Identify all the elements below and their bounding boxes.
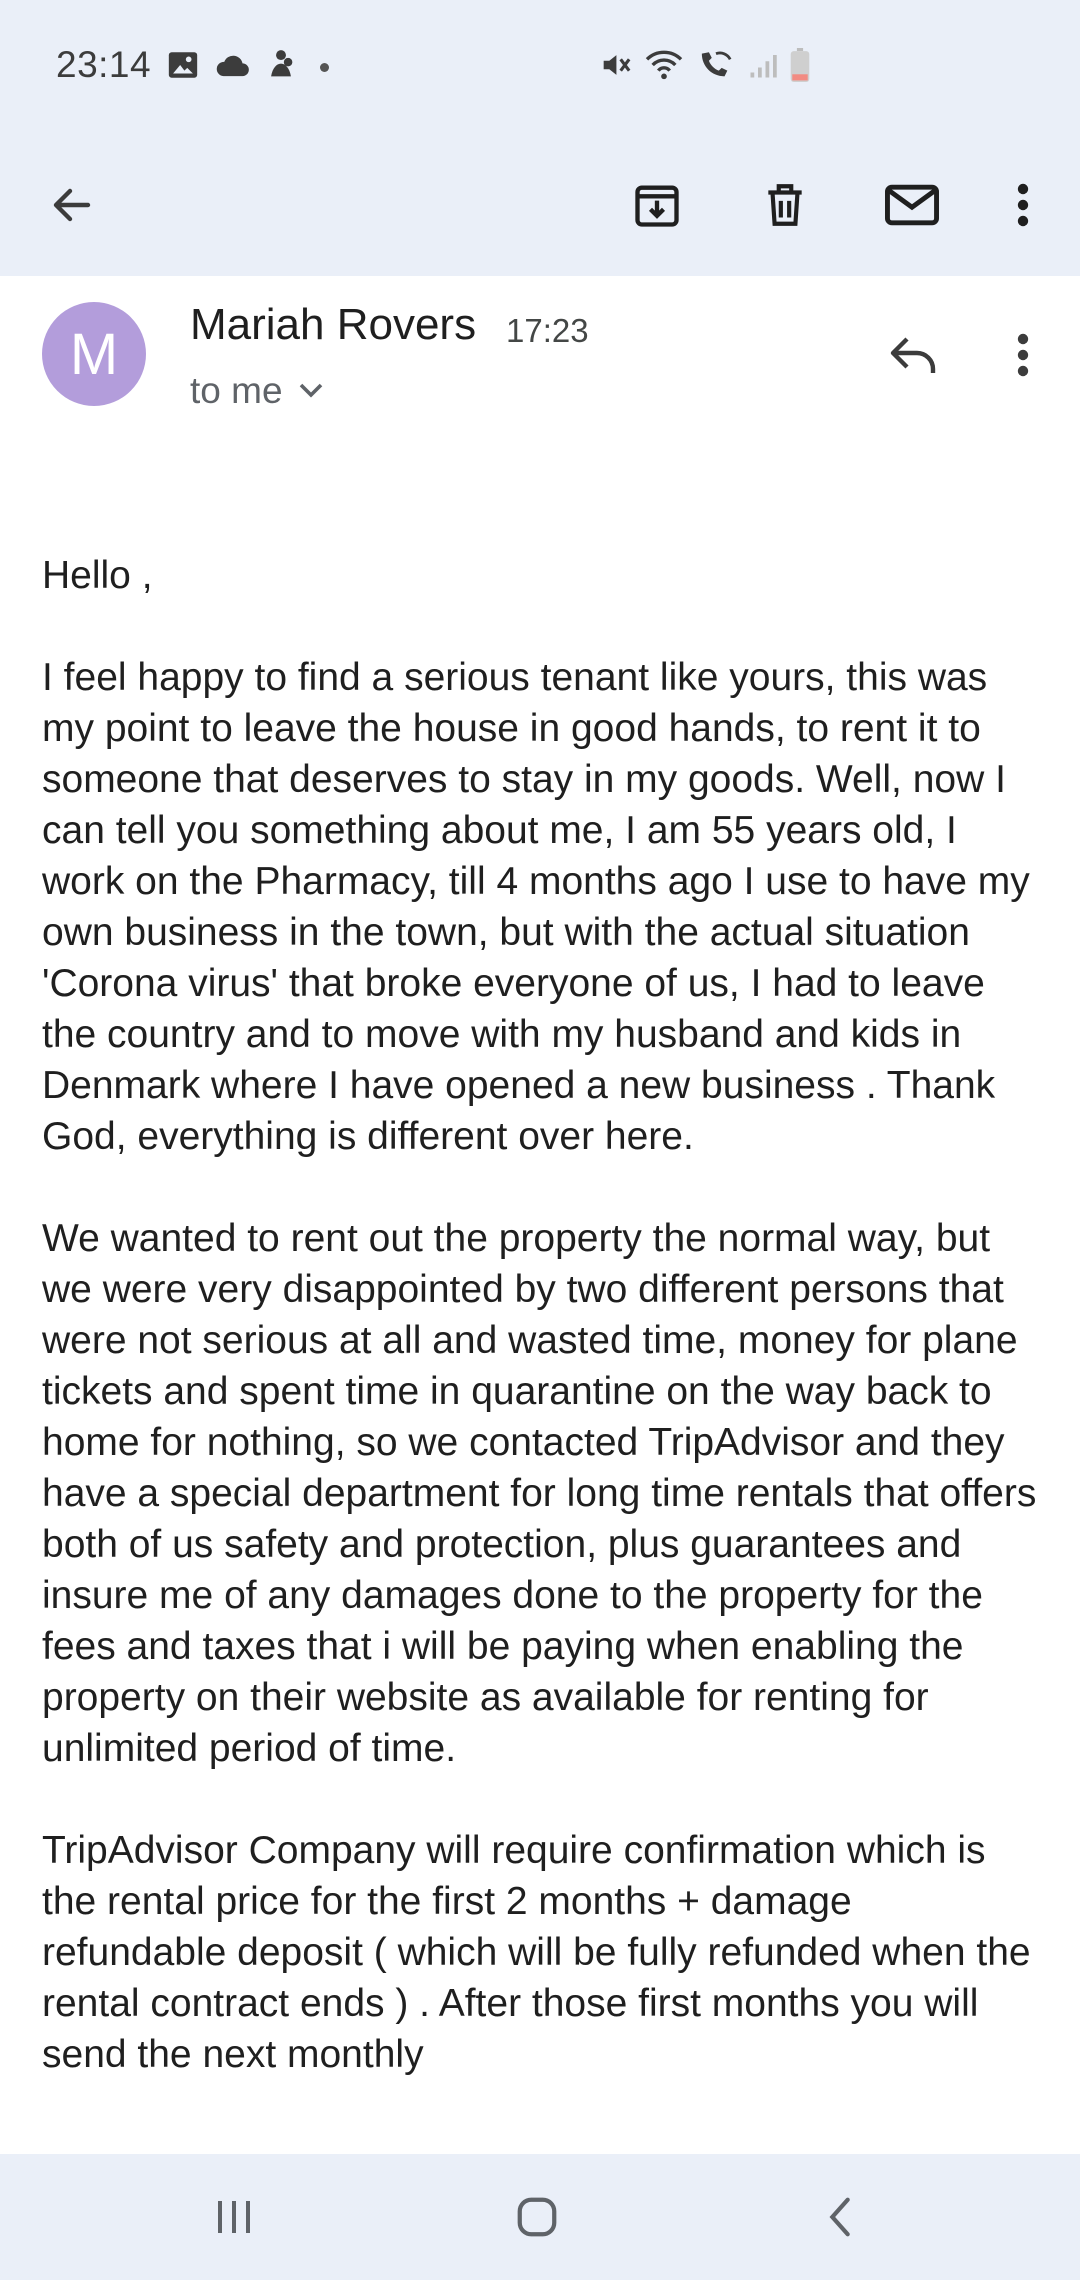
avatar-letter: M: [69, 321, 119, 387]
mark-unread-button[interactable]: [867, 160, 957, 250]
gallery-icon: [166, 48, 200, 87]
more-vert-icon: [1017, 333, 1029, 377]
recent-apps-button[interactable]: [184, 2174, 284, 2260]
back-button[interactable]: [27, 160, 117, 250]
body-paragraph: I feel happy to find a serious tenant li…: [42, 656, 1030, 1158]
recent-apps-icon: [218, 2201, 250, 2233]
chevron-down-icon: [299, 383, 322, 398]
battery-icon: [790, 48, 810, 87]
more-vert-icon: [1017, 183, 1029, 227]
recipient-details-toggle[interactable]: to me: [190, 370, 325, 412]
home-icon: [517, 2197, 557, 2237]
body-paragraph: TripAdvisor Company will require confirm…: [42, 1829, 1031, 2076]
delete-button[interactable]: [740, 160, 830, 250]
delete-icon: [768, 184, 802, 226]
body-paragraph: We wanted to rent out the property the n…: [42, 1217, 1037, 1770]
signal-icon: [748, 50, 778, 85]
more-options-button[interactable]: [978, 160, 1068, 250]
home-button[interactable]: [487, 2174, 587, 2260]
back-arrow-icon: [53, 188, 91, 222]
recipient-label: to me: [190, 370, 283, 411]
archive-icon: [635, 185, 679, 227]
status-time: 23:14: [56, 44, 152, 85]
reply-icon: [890, 337, 936, 373]
email-time: 17:23: [506, 312, 589, 349]
email-header: M Mariah Rovers 17:23 to me: [0, 276, 1080, 436]
cloud-icon: [214, 50, 252, 85]
system-nav-bar: [0, 2154, 1080, 2280]
archive-button[interactable]: [612, 160, 702, 250]
wifi-calling-icon: [696, 48, 736, 87]
status-left-icons: [166, 48, 329, 87]
nav-back-icon: [829, 2197, 850, 2237]
email-body: Hello , I feel happy to find a serious t…: [42, 550, 1042, 2154]
status-bar: 23:14: [0, 0, 1080, 135]
status-right-icons: [598, 48, 810, 87]
sender-name[interactable]: Mariah Rovers: [190, 300, 476, 350]
avatar[interactable]: M: [42, 302, 146, 406]
email-screen: 23:14 M Mariah Rovers 17:23 to me Hello …: [0, 0, 1080, 2280]
wifi-icon: [644, 48, 684, 87]
notification-icon: [266, 48, 296, 87]
nav-back-button[interactable]: [790, 2174, 890, 2260]
reply-button[interactable]: [868, 310, 958, 400]
message-more-button[interactable]: [978, 310, 1068, 400]
mark-unread-icon: [885, 184, 939, 226]
email-toolbar: [0, 135, 1080, 276]
dot-icon: [320, 63, 329, 72]
greeting-paragraph: Hello ,: [42, 554, 153, 597]
mute-icon: [598, 48, 632, 87]
